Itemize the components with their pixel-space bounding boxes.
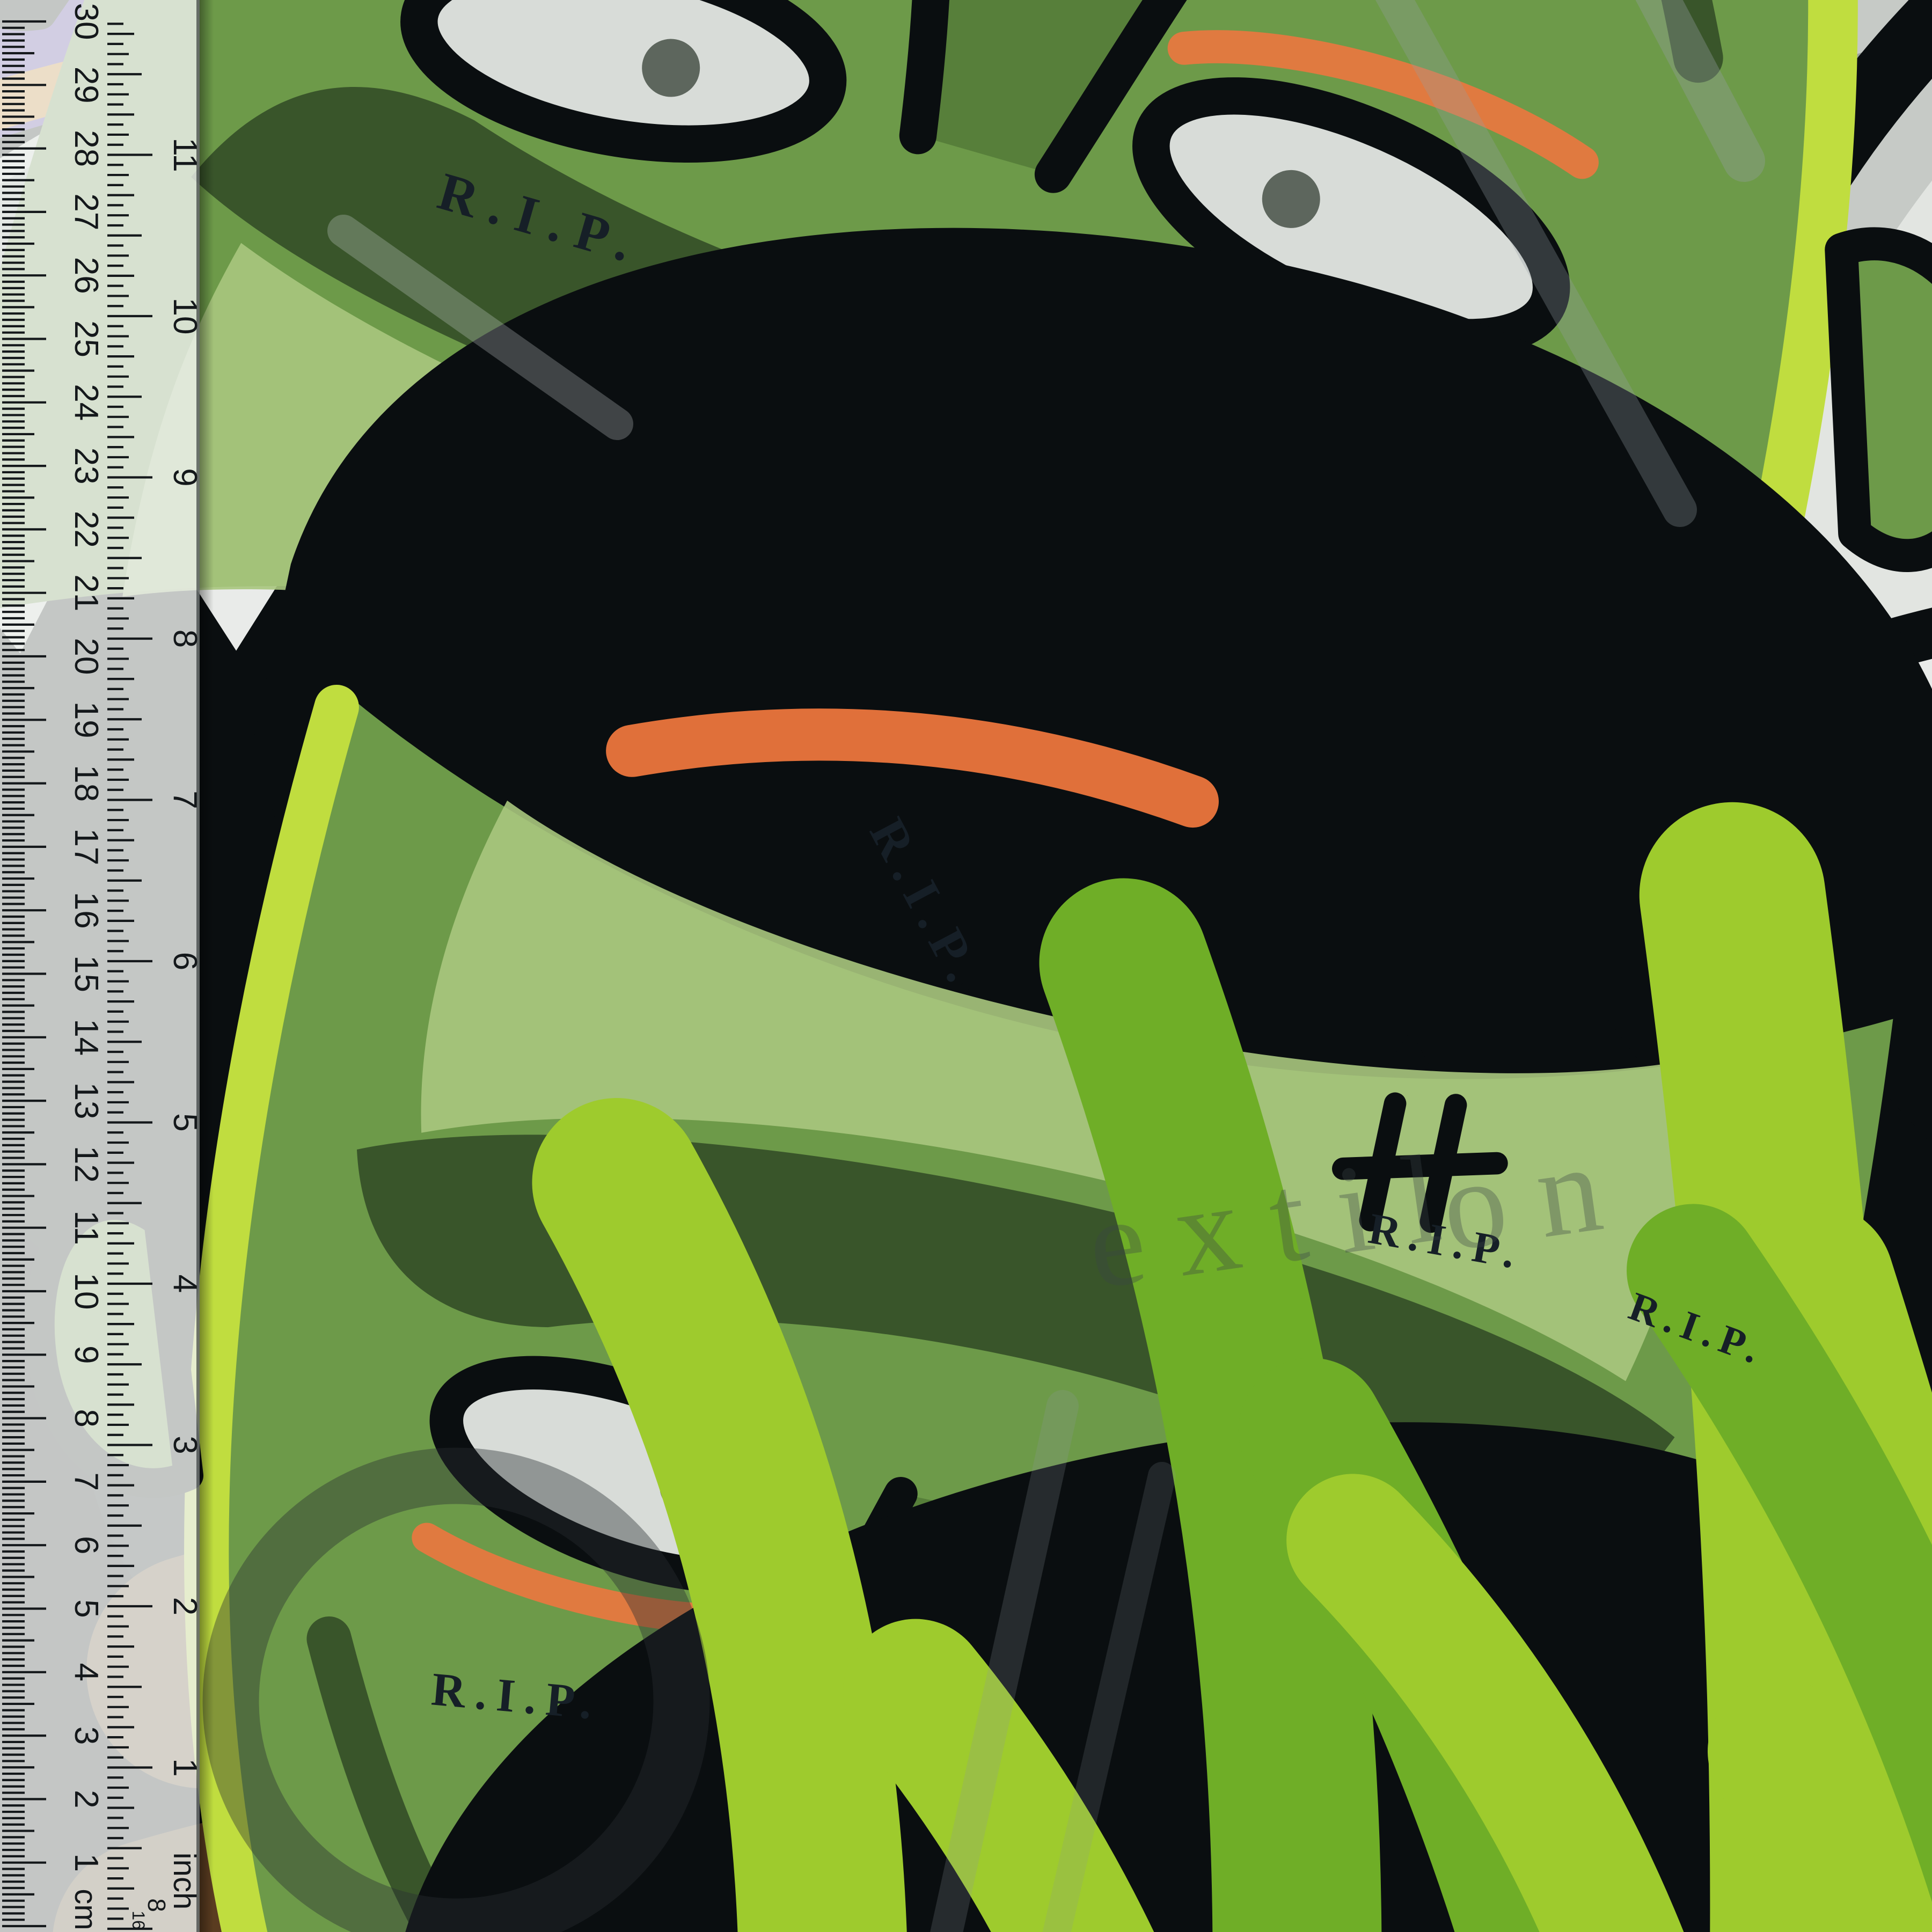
watermark-text-fragment: on [1433, 1113, 1642, 1278]
svg-text:11: 11 [166, 137, 203, 172]
svg-text:7: 7 [166, 791, 203, 809]
svg-text:1: 1 [68, 1853, 105, 1871]
svg-text:6: 6 [68, 1536, 105, 1554]
svg-text:27: 27 [68, 193, 105, 230]
svg-text:8: 8 [166, 630, 203, 648]
svg-text:15: 15 [68, 955, 105, 992]
ruler-overlay: 3029282726252423222120191817161514131211… [0, 0, 225, 1932]
svg-text:16: 16 [68, 892, 105, 929]
svg-text:3: 3 [166, 1436, 203, 1454]
cm-unit-label: cm [68, 1889, 103, 1930]
svg-text:5: 5 [68, 1599, 105, 1618]
svg-text:24: 24 [68, 384, 105, 421]
svg-text:18: 18 [68, 765, 105, 802]
svg-text:8: 8 [68, 1409, 105, 1427]
svg-text:28: 28 [68, 130, 105, 167]
fabric-swatch-photo: R.I.P. R.I.P. R.I.P. R.I.P. R.I.P. extil… [0, 0, 1932, 1932]
svg-text:1: 1 [166, 1758, 203, 1776]
fabric-pattern: R.I.P. R.I.P. R.I.P. R.I.P. R.I.P. extil… [0, 0, 1932, 1932]
svg-text:10: 10 [166, 298, 203, 335]
svg-text:29: 29 [68, 67, 105, 104]
svg-text:2: 2 [68, 1790, 105, 1808]
svg-text:26: 26 [68, 257, 105, 294]
svg-text:9: 9 [166, 468, 203, 486]
inch-unit-label: inch [167, 1853, 202, 1909]
svg-text:9: 9 [68, 1345, 105, 1364]
inch-sixteenths-label: 16 [129, 1911, 148, 1930]
svg-text:5: 5 [166, 1113, 203, 1131]
svg-text:21: 21 [68, 574, 105, 611]
svg-text:10: 10 [68, 1273, 105, 1310]
svg-text:20: 20 [68, 638, 105, 675]
svg-text:2: 2 [166, 1597, 203, 1615]
svg-text:11: 11 [68, 1211, 105, 1245]
svg-text:4: 4 [166, 1275, 203, 1293]
svg-text:19: 19 [68, 701, 105, 738]
svg-text:14: 14 [68, 1019, 105, 1056]
svg-text:13: 13 [68, 1082, 105, 1119]
svg-text:7: 7 [68, 1473, 105, 1491]
inch-eighths-label: 8 [143, 1898, 171, 1912]
svg-text:4: 4 [68, 1663, 105, 1681]
svg-text:3: 3 [68, 1726, 105, 1745]
svg-text:22: 22 [68, 511, 105, 548]
svg-text:30: 30 [68, 3, 105, 40]
svg-text:17: 17 [68, 828, 105, 865]
svg-text:25: 25 [68, 320, 105, 357]
svg-text:12: 12 [68, 1146, 105, 1183]
svg-text:6: 6 [166, 952, 203, 970]
svg-text:23: 23 [68, 448, 105, 485]
